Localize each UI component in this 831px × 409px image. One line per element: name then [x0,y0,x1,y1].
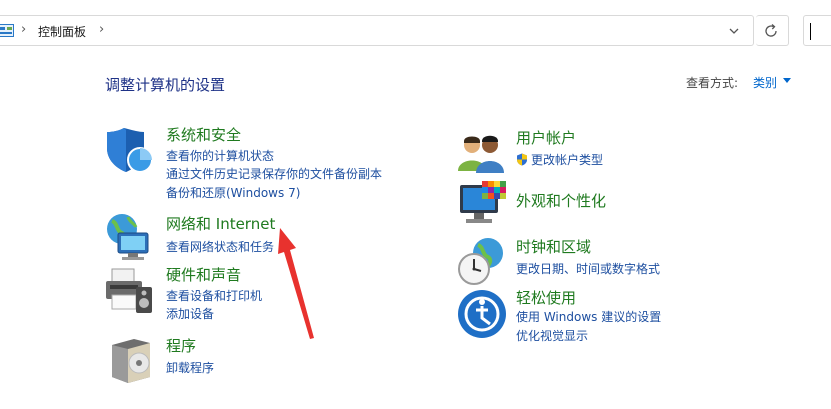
refresh-icon [765,24,777,37]
category-link[interactable]: 使用 Windows 建议的设置 [516,308,661,325]
category-title[interactable]: 轻松使用 [516,287,576,308]
users-icon[interactable] [456,127,508,179]
uac-shield-icon [517,153,527,166]
breadcrumb[interactable]: 控制面板 [38,23,86,40]
category-link[interactable]: 添加设备 [166,305,214,322]
category-link[interactable]: 卸载程序 [166,359,214,376]
view-by-caret-icon[interactable] [783,78,791,83]
category-link[interactable]: 通过文件历史记录保存你的文件备份副本 [166,165,382,182]
category-link[interactable]: 更改帐户类型 [516,151,603,168]
category-link-text[interactable]: 更改帐户类型 [531,153,603,167]
category-link[interactable]: 更改日期、时间或数字格式 [516,260,660,277]
category-title[interactable]: 程序 [166,335,196,356]
monitor-palette-icon[interactable] [456,179,508,231]
search-input[interactable] [803,15,831,46]
clock-globe-icon[interactable] [456,235,508,287]
address-bar[interactable]: › 控制面板 › [0,15,754,46]
category-title[interactable]: 硬件和声音 [166,264,241,285]
refresh-button[interactable] [756,15,789,46]
category-link[interactable]: 备份和还原(Windows 7) [166,184,300,201]
chevron-down-icon [729,28,739,34]
page-title: 调整计算机的设置 [105,76,226,94]
category-title[interactable]: 时钟和区域 [516,236,591,257]
programs-disc-icon[interactable] [106,333,158,385]
control-panel-icon [0,24,14,37]
printer-speaker-icon[interactable] [104,265,156,317]
address-dropdown-button[interactable] [722,19,746,43]
category-link[interactable]: 优化视觉显示 [516,327,588,344]
view-by-label: 查看方式: [686,76,739,90]
address-bar-row: › 控制面板 › [0,0,831,60]
ease-of-access-icon[interactable] [456,288,508,340]
annotation-arrow [278,228,314,339]
breadcrumb-separator[interactable]: › [99,22,104,37]
globe-network-icon[interactable] [104,211,156,263]
category-title[interactable]: 网络和 Internet [166,213,275,234]
view-by-dropdown[interactable]: 类别 [753,74,777,91]
breadcrumb-separator: › [21,22,27,37]
shield-icon[interactable] [104,124,156,176]
category-title[interactable]: 系统和安全 [166,124,241,145]
category-title[interactable]: 外观和个性化 [516,190,606,211]
category-link[interactable]: 查看网络状态和任务 [166,238,274,255]
category-link[interactable]: 查看设备和打印机 [166,287,262,304]
category-link[interactable]: 查看你的计算机状态 [166,147,274,164]
category-title[interactable]: 用户帐户 [516,127,576,148]
text-caret [810,23,811,40]
